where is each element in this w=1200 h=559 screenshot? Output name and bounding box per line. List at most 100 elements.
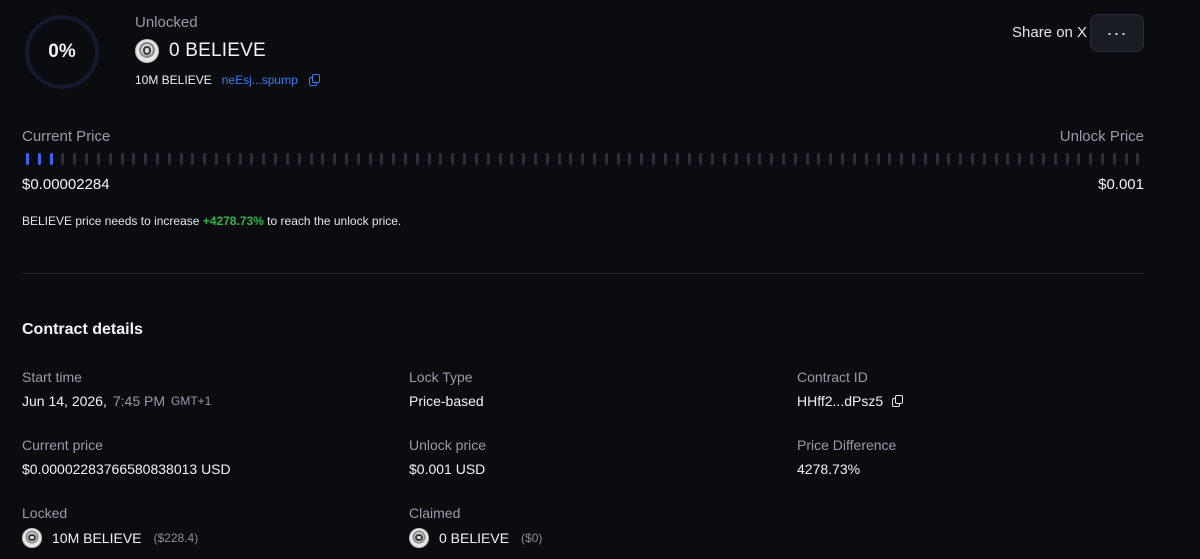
progress-tick-active — [37, 153, 41, 165]
progress-tick — [498, 153, 502, 165]
progress-tick — [817, 153, 821, 165]
progress-tick — [1136, 153, 1140, 165]
progress-tick — [569, 153, 573, 165]
progress-tick — [404, 153, 407, 165]
progress-tick — [368, 153, 372, 165]
progress-tick — [687, 153, 691, 165]
progress-tick — [1065, 153, 1069, 165]
notice-percentage: +4278.73% — [202, 214, 264, 228]
progress-tick — [557, 153, 561, 165]
current-price-value: $0.00002284 — [22, 176, 110, 193]
progress-tick — [85, 153, 89, 165]
unlock-price-field-label: Unlock price — [409, 437, 487, 453]
lock-type-value: Price-based — [409, 393, 484, 409]
progress-tick — [522, 153, 526, 165]
progress-tick — [1030, 153, 1034, 165]
progress-tick — [96, 153, 100, 165]
progress-tick — [1041, 153, 1045, 165]
progress-tick-active — [26, 153, 29, 165]
claimed-label: Claimed — [409, 505, 461, 521]
progress-tick — [545, 153, 549, 165]
progress-tick — [782, 153, 785, 165]
total-amount: 10M BELIEVE — [135, 73, 212, 87]
start-time: 7:45 PM — [112, 393, 165, 409]
progress-tick — [344, 153, 348, 165]
token-address-link[interactable]: neEsj...spump — [222, 73, 298, 87]
progress-tick — [215, 153, 218, 165]
current-price-field-value: $0.0000228376658083801​3 USD — [22, 461, 231, 477]
progress-tick — [274, 153, 278, 165]
notice-suffix: to reach the unlock price. — [263, 214, 402, 228]
locked-label: Locked — [22, 505, 68, 521]
unlock-progress-text: 0% — [48, 41, 76, 62]
progress-tick — [876, 153, 880, 165]
progress-tick — [1124, 153, 1128, 165]
progress-tick — [297, 153, 301, 165]
progress-tick — [593, 153, 596, 165]
more-options-button[interactable]: ··· — [1090, 14, 1144, 52]
price-difference-value: 4278.73% — [797, 461, 861, 477]
section-divider — [22, 273, 1144, 274]
progress-tick — [947, 153, 951, 165]
price-increase-notice: BELIEVE price needs to increase +4278.73… — [22, 214, 401, 228]
start-timezone: GMT+1 — [171, 394, 212, 408]
progress-tick — [1100, 153, 1104, 165]
progress-tick — [1018, 153, 1022, 165]
claimed-value: 0 BELIEVE — [439, 530, 510, 546]
start-time-value: Jun 14, 2026, 7:45 PM GMT+1 — [22, 393, 211, 409]
progress-tick — [285, 153, 289, 165]
progress-tick — [333, 153, 337, 165]
share-on-x-button[interactable]: Share on X — [1012, 24, 1087, 41]
progress-tick — [722, 153, 726, 165]
current-price-field-label: Current price — [22, 437, 103, 453]
progress-tick — [616, 153, 620, 165]
progress-tick — [191, 153, 195, 165]
more-horizontal-icon: ··· — [1106, 22, 1128, 43]
progress-tick — [864, 153, 868, 165]
progress-tick — [486, 153, 490, 165]
notice-prefix: BELIEVE price needs to increase — [22, 214, 203, 228]
progress-tick — [675, 153, 679, 165]
copy-icon[interactable] — [892, 395, 904, 407]
progress-tick — [179, 153, 183, 165]
locked-value: 10M BELIEVE — [52, 530, 142, 546]
progress-tick — [900, 153, 904, 165]
progress-tick — [959, 153, 963, 165]
progress-tick — [734, 153, 738, 165]
progress-tick — [533, 153, 537, 165]
progress-tick — [203, 153, 207, 165]
progress-tick — [699, 153, 703, 165]
progress-tick — [250, 153, 254, 165]
progress-tick — [604, 153, 608, 165]
progress-tick — [711, 153, 715, 165]
progress-tick — [994, 153, 998, 165]
progress-tick — [226, 153, 230, 165]
start-time-label: Start time — [22, 369, 82, 385]
progress-tick — [120, 153, 124, 165]
progress-tick — [321, 153, 325, 165]
progress-tick — [805, 153, 809, 165]
unlocked-amount: 0 BELIEVE — [169, 40, 266, 61]
progress-tick — [415, 153, 419, 165]
progress-tick — [1112, 153, 1116, 165]
token-info-row: 10M BELIEVE neEsj...spump — [135, 73, 320, 87]
believe-coin-icon — [135, 39, 159, 63]
progress-tick — [144, 153, 148, 165]
progress-tick — [663, 153, 667, 165]
progress-tick — [852, 153, 856, 165]
progress-tick — [392, 153, 396, 165]
progress-tick — [451, 153, 455, 165]
contract-id-value: HHff2...dPsz5 — [797, 393, 884, 409]
copy-icon[interactable] — [308, 74, 320, 86]
progress-tick — [262, 153, 266, 165]
progress-tick — [1053, 153, 1057, 165]
progress-tick — [758, 153, 762, 165]
progress-tick — [510, 153, 514, 165]
believe-coin-icon — [409, 528, 429, 548]
progress-tick — [923, 153, 927, 165]
progress-tick-active — [49, 153, 53, 165]
contract-details-title: Contract details — [22, 321, 143, 338]
progress-tick — [640, 153, 644, 165]
progress-tick — [167, 153, 171, 165]
believe-coin-icon — [22, 528, 42, 548]
